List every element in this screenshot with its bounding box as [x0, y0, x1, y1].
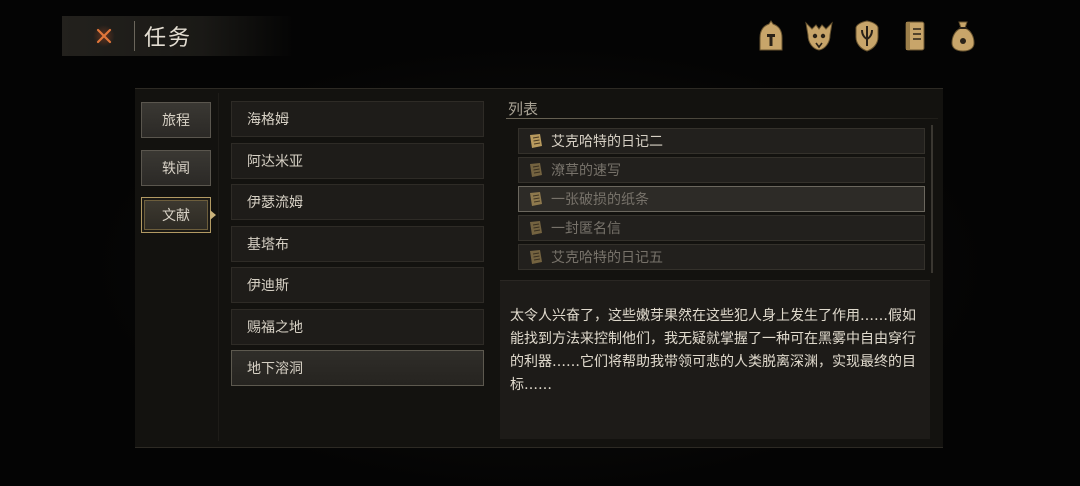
tab-anecdotes[interactable]: 轶闻 — [141, 150, 211, 186]
tab-documents[interactable]: 文献 — [141, 197, 211, 233]
scroll-icon — [530, 192, 542, 206]
list-title-underline — [506, 118, 938, 119]
helmet-icon[interactable] — [754, 16, 788, 56]
document-description-text: 太令人兴奋了，这些嫩芽果然在这些犯人身上发生了作用……假如能找到方法来控制他们，… — [510, 308, 916, 393]
page-title: 任务 — [144, 26, 193, 51]
document-item-label: 艾克哈特的日记二 — [551, 134, 663, 150]
close-button[interactable] — [90, 22, 118, 50]
document-item[interactable]: 艾克哈特的日记二 — [518, 128, 925, 154]
sack-icon[interactable] — [946, 16, 980, 56]
document-item-selected[interactable]: 一张破损的纸条 — [518, 186, 925, 212]
top-menu-icons — [754, 16, 980, 56]
document-item-label: 艾克哈特的日记五 — [551, 250, 663, 266]
document-item[interactable]: 艾克哈特的日记五 — [518, 244, 925, 270]
header-bar: 任务 — [62, 16, 294, 56]
scroll-icon — [530, 221, 542, 235]
journal-icon[interactable] — [898, 16, 932, 56]
document-list-title: 列表 — [508, 100, 539, 118]
header-divider — [134, 21, 135, 51]
panel-divider — [218, 93, 219, 441]
shield-icon[interactable] — [850, 16, 884, 56]
beast-skull-icon[interactable] — [802, 16, 836, 56]
scroll-icon — [530, 250, 542, 264]
document-item-label: 潦草的速写 — [551, 163, 621, 179]
close-x-icon — [96, 28, 112, 44]
active-tab-arrow-icon — [210, 210, 216, 220]
document-description-panel: 太令人兴奋了，这些嫩芽果然在这些犯人身上发生了作用……假如能找到方法来控制他们，… — [500, 280, 930, 439]
document-item-label: 一封匿名信 — [551, 221, 621, 237]
document-item[interactable]: 潦草的速写 — [518, 157, 925, 183]
location-item[interactable]: 阿达米亚 — [231, 143, 484, 179]
location-item[interactable]: 伊迪斯 — [231, 267, 484, 303]
location-item-selected[interactable]: 地下溶洞 — [231, 350, 484, 386]
document-item[interactable]: 一封匿名信 — [518, 215, 925, 241]
location-item[interactable]: 海格姆 — [231, 101, 484, 137]
location-item[interactable]: 伊瑟流姆 — [231, 184, 484, 220]
scroll-icon — [530, 163, 542, 177]
location-item[interactable]: 基塔布 — [231, 226, 484, 262]
document-item-label: 一张破损的纸条 — [551, 192, 649, 208]
document-list-scrollbar[interactable] — [931, 125, 933, 273]
location-item[interactable]: 赐福之地 — [231, 309, 484, 345]
tab-journey[interactable]: 旅程 — [141, 102, 211, 138]
scroll-icon — [530, 134, 542, 148]
